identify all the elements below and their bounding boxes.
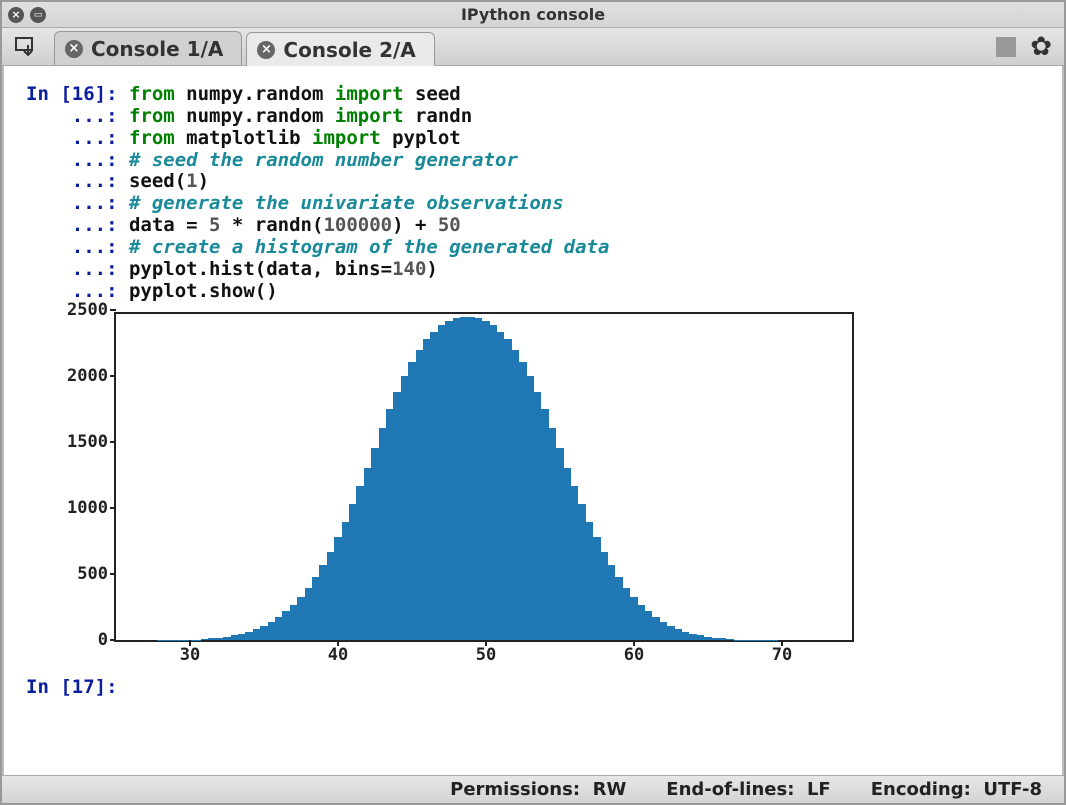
tab-label: Console 2/A [283,38,415,62]
status-encoding: Encoding: UTF-8 [871,779,1042,800]
close-icon[interactable]: × [257,41,275,59]
new-console-button[interactable] [14,34,42,60]
window-title: IPython console [2,5,1064,24]
tab-console-2[interactable]: × Console 2/A [246,32,434,66]
statusbar: Permissions: RW End-of-lines: LF Encodin… [2,775,1064,803]
stop-icon[interactable] [996,37,1016,57]
maximize-icon[interactable]: ▭ [30,7,46,23]
code-block: In [16]: from numpy.random import seed .… [26,84,1040,302]
gear-icon[interactable]: ✿ [1030,32,1052,62]
toolbar: × Console 1/A × Console 2/A ✿ [2,28,1064,66]
tab-console-1[interactable]: × Console 1/A [54,31,242,65]
console-output[interactable]: In [16]: from numpy.random import seed .… [2,66,1064,775]
close-icon[interactable]: × [8,7,24,23]
histogram-chart: 050010001500200025003040506070 [56,312,1040,667]
next-prompt: In [17]: [26,676,129,698]
close-icon[interactable]: × [65,40,83,58]
status-eol: End-of-lines: LF [666,779,830,800]
tabs: × Console 1/A × Console 2/A [54,28,439,65]
status-permissions: Permissions: RW [450,779,626,800]
tab-label: Console 1/A [91,37,223,61]
titlebar: × ▭ IPython console [2,2,1064,28]
